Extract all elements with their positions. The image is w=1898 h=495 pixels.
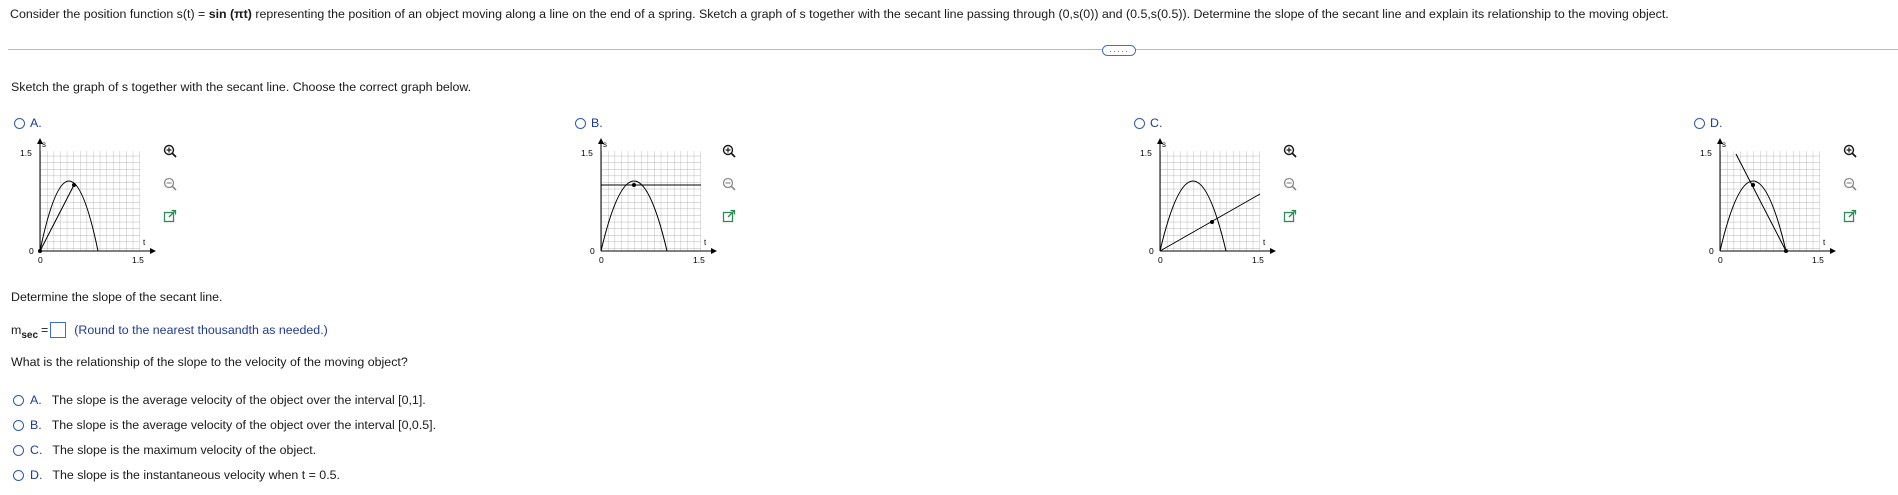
radio-button[interactable]: [13, 394, 24, 406]
zoom-out-icon[interactable]: [161, 175, 179, 193]
graph-instruction: Sketch the graph of s together with the …: [11, 80, 472, 94]
x-min-label: 0: [599, 255, 604, 265]
slope-answer-input[interactable]: [50, 322, 67, 338]
choice-d[interactable]: D. The slope is the instantaneous veloci…: [13, 468, 340, 482]
x-max-label: 1.5: [693, 255, 705, 265]
secant-point: [1784, 249, 1788, 253]
radio-button[interactable]: [1694, 117, 1705, 129]
choice-b[interactable]: B. The slope is the average velocity of …: [13, 418, 436, 432]
open-new-window-icon[interactable]: [720, 207, 738, 225]
y-max-label: 1.5: [581, 148, 593, 158]
graph-option-c-label[interactable]: C.: [1134, 116, 1162, 130]
secant-point: [632, 183, 636, 187]
zoom-out-icon[interactable]: [1841, 175, 1859, 193]
choice-c-text: The slope is the maximum velocity of the…: [52, 443, 317, 457]
choice-c[interactable]: C. The slope is the maximum velocity of …: [13, 443, 316, 457]
zoom-in-icon[interactable]: [161, 142, 179, 160]
rounding-hint: (Round to the nearest thousandth as need…: [74, 323, 328, 337]
graph-option-c[interactable]: C. s 1.5 0 0 1.5 t: [1134, 116, 1334, 276]
x-var-label: t: [1823, 238, 1826, 247]
divider: [8, 49, 1898, 50]
msec-row: m sec = (Round to the nearest thousandth…: [11, 321, 328, 341]
x-min-label: 0: [38, 255, 43, 265]
y-var-label: s: [1162, 140, 1166, 149]
zoom-out-icon[interactable]: [1281, 175, 1299, 193]
x-max-label: 1.5: [132, 255, 144, 265]
y-max-label: 1.5: [1140, 148, 1152, 158]
secant-point: [38, 249, 42, 253]
x-var-label: t: [143, 238, 146, 247]
y-min-label: 0: [29, 246, 34, 256]
graph-c: s 1.5 0 0 1.5 t: [1140, 138, 1276, 265]
choice-a-text: The slope is the average velocity of the…: [51, 393, 426, 407]
graph-b: s 1.5 0 0 1.5 t: [581, 138, 717, 265]
msec-symbol: m: [11, 323, 22, 337]
y-min-label: 0: [1149, 246, 1154, 256]
y-min-label: 0: [590, 246, 595, 256]
graph-d: s 1.5 0 0 1.5 t: [1700, 138, 1836, 265]
y-var-label: s: [603, 140, 607, 149]
radio-button[interactable]: [13, 419, 24, 431]
radio-button[interactable]: [13, 469, 24, 481]
slope-question: Determine the slope of the secant line.: [11, 290, 223, 304]
zoom-in-icon[interactable]: [720, 142, 738, 160]
secant-point: [1751, 183, 1755, 187]
x-max-label: 1.5: [1812, 255, 1824, 265]
zoom-in-icon[interactable]: [1281, 142, 1299, 160]
open-new-window-icon[interactable]: [1281, 207, 1299, 225]
zoom-in-icon[interactable]: [1841, 142, 1859, 160]
zoom-out-icon[interactable]: [720, 175, 738, 193]
equals-sign: =: [41, 323, 49, 337]
graph-a: s 1.5 0 0 1.5 t: [20, 138, 156, 265]
choice-d-text: The slope is the instantaneous velocity …: [52, 468, 340, 482]
more-button[interactable]: ·····: [1102, 45, 1136, 56]
radio-button[interactable]: [13, 444, 24, 456]
y-var-label: s: [42, 140, 46, 149]
graph-grid: [40, 151, 140, 251]
graph-option-d[interactable]: D. s 1.5 0 0 1.5 t: [1694, 116, 1894, 276]
y-var-label: s: [1722, 140, 1726, 149]
choice-a[interactable]: A. The slope is the average velocity of …: [13, 393, 426, 407]
x-min-label: 0: [1718, 255, 1723, 265]
graph-option-b[interactable]: B. s 1.5 0 0 1.5 t: [575, 116, 775, 276]
y-max-label: 1.5: [20, 148, 32, 158]
problem-statement: Consider the position function s(t) = si…: [10, 6, 1890, 22]
x-max-label: 1.5: [1252, 255, 1264, 265]
secant-point: [1210, 220, 1214, 224]
choice-b-text: The slope is the average velocity of the…: [51, 418, 437, 432]
msec-subscript: sec: [21, 330, 39, 341]
graph-option-d-label[interactable]: D.: [1694, 116, 1722, 130]
radio-button[interactable]: [575, 117, 586, 129]
secant-point: [72, 183, 76, 187]
graph-option-a-label[interactable]: A.: [14, 116, 42, 130]
graph-option-a[interactable]: A. s 1.5 0 0 1.5 t: [14, 116, 214, 276]
function-expression: sin (πt): [208, 7, 252, 21]
radio-button[interactable]: [1134, 117, 1145, 129]
relationship-question: What is the relationship of the slope to…: [11, 355, 408, 369]
radio-button[interactable]: [14, 117, 25, 129]
x-var-label: t: [1263, 238, 1266, 247]
problem-lead: Consider the position function s(t) =: [10, 7, 209, 21]
problem-rest: representing the position of an object m…: [251, 7, 1669, 21]
open-new-window-icon[interactable]: [161, 207, 179, 225]
y-min-label: 0: [1709, 246, 1714, 256]
open-new-window-icon[interactable]: [1841, 207, 1859, 225]
x-min-label: 0: [1158, 255, 1163, 265]
graph-option-b-label[interactable]: B.: [575, 116, 603, 130]
x-var-label: t: [704, 238, 707, 247]
y-max-label: 1.5: [1700, 148, 1712, 158]
